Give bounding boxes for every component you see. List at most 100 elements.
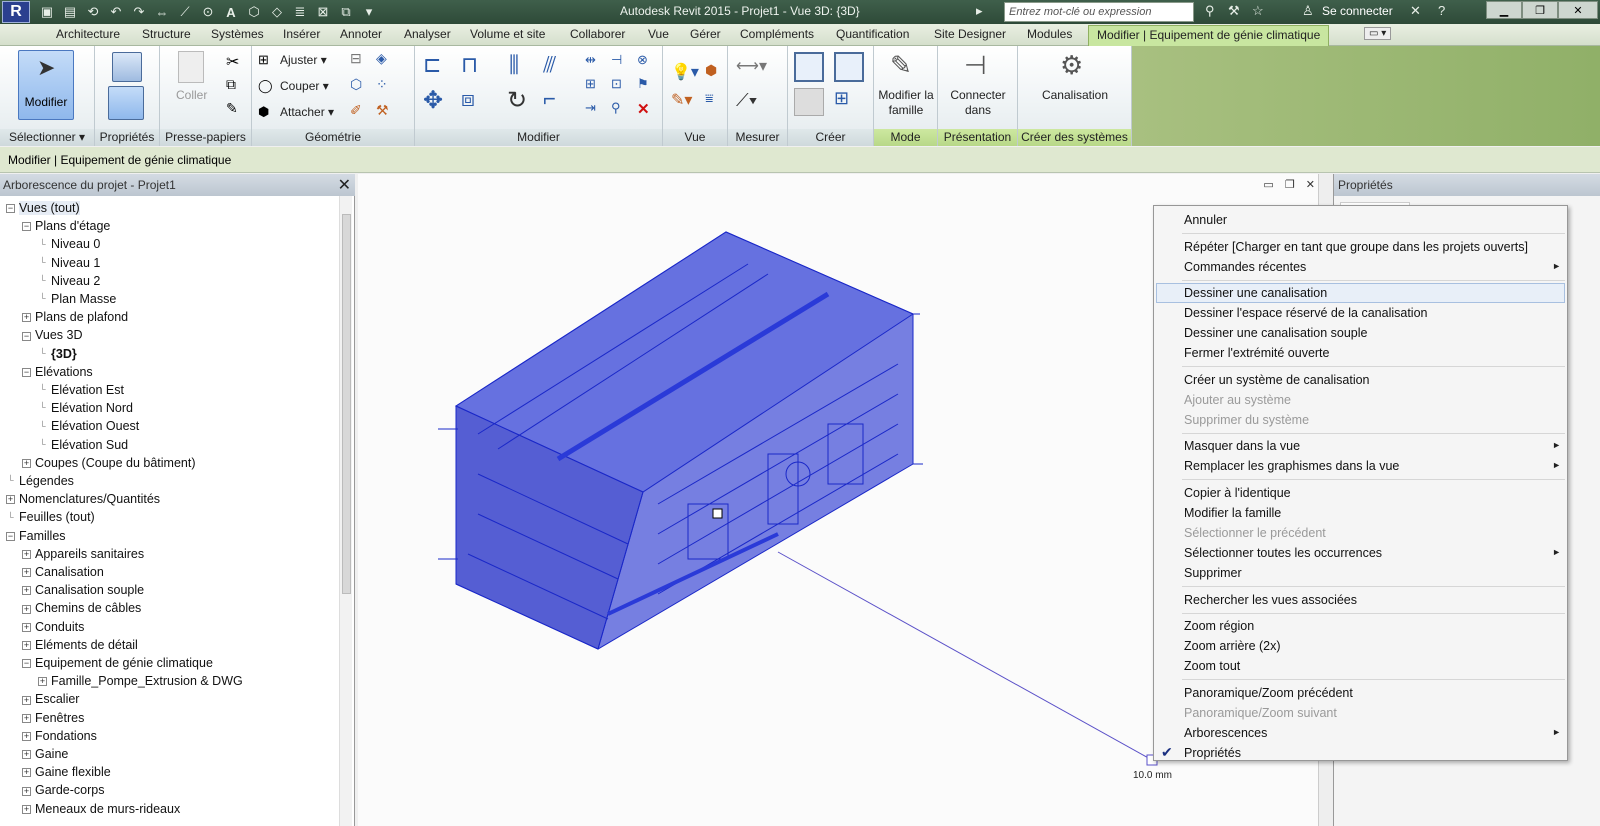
- trim-extend-icon[interactable]: ⌐: [543, 86, 556, 112]
- measure-icon[interactable]: ⇔: [153, 3, 171, 21]
- pin-icon[interactable]: ⊗: [637, 52, 648, 68]
- binoculars-icon[interactable]: ⚲: [1205, 3, 1215, 19]
- tree-item[interactable]: + Canalisation: [22, 563, 104, 581]
- close-button[interactable]: ✕: [1558, 1, 1598, 19]
- expand-arrow-icon[interactable]: ▸: [976, 3, 983, 19]
- split-gap-icon[interactable]: ⊣: [611, 52, 622, 68]
- mirror-draw-axis-icon[interactable]: ⫻: [543, 52, 556, 78]
- copy-elements-icon[interactable]: ⧈: [461, 86, 475, 112]
- tree-item[interactable]: − Plans d'étage: [22, 217, 110, 235]
- menu-item[interactable]: Copier à l'identique: [1184, 483, 1291, 503]
- menu-item[interactable]: Propriétés: [1184, 743, 1241, 763]
- tree-item[interactable]: − Familles: [6, 527, 66, 545]
- collapse-icon[interactable]: −: [22, 368, 31, 377]
- tab-collaborer[interactable]: Collaborer: [570, 27, 625, 41]
- expand-icon[interactable]: +: [22, 768, 31, 778]
- sign-in-button[interactable]: Se connecter: [1322, 4, 1393, 18]
- close-hidden-icon[interactable]: ⊠: [314, 3, 332, 21]
- menu-item[interactable]: Répéter [Charger en tant que groupe dans…: [1184, 237, 1528, 257]
- tree-item[interactable]: + Nomenclatures/Quantités: [6, 490, 160, 508]
- collapse-icon[interactable]: −: [6, 531, 15, 541]
- tree-item[interactable]: − Elévations: [22, 363, 93, 381]
- join-button[interactable]: Attacher ▾: [280, 105, 334, 119]
- cut-button[interactable]: Couper ▾: [280, 79, 329, 93]
- tree-item[interactable]: └ {3D}: [38, 345, 76, 363]
- expand-icon[interactable]: +: [22, 459, 31, 468]
- menu-item[interactable]: Arborescences: [1184, 723, 1267, 743]
- tab-vue[interactable]: Vue: [648, 27, 669, 41]
- tree-item[interactable]: + Appareils sanitaires: [22, 545, 144, 563]
- 3d-view-icon[interactable]: ⬡: [245, 3, 263, 21]
- expand-icon[interactable]: +: [22, 622, 31, 632]
- application-menu-button[interactable]: R: [2, 1, 30, 23]
- menu-item[interactable]: Dessiner une canalisation souple: [1184, 323, 1367, 343]
- match-properties-icon[interactable]: ✎: [226, 100, 238, 117]
- expand-icon[interactable]: +: [22, 732, 31, 741]
- ribbon-minimize-icon[interactable]: ▭ ▾: [1364, 27, 1392, 40]
- tree-item[interactable]: + Gaine flexible: [22, 763, 111, 781]
- wall-joins-icon[interactable]: ⬡: [350, 76, 362, 93]
- paint-icon[interactable]: ◈: [376, 50, 387, 67]
- dimension-icon[interactable]: ⟋: [176, 3, 194, 21]
- connect-into-button[interactable]: Connecter dans: [940, 88, 1016, 118]
- menu-item[interactable]: Panoramique/Zoom précédent: [1184, 683, 1353, 703]
- menu-item[interactable]: Commandes récentes: [1184, 257, 1306, 277]
- tree-item[interactable]: └ Elévation Nord: [38, 399, 133, 417]
- measure-distance-icon[interactable]: ⟷▾: [736, 56, 767, 76]
- piping-button[interactable]: Canalisation: [1020, 88, 1130, 103]
- mirror-pick-axis-icon[interactable]: ⫼: [509, 52, 519, 78]
- tree-item[interactable]: + Fondations: [22, 727, 97, 745]
- exchange-apps-icon[interactable]: ✕: [1410, 3, 1421, 19]
- scroll-thumb[interactable]: [342, 214, 351, 594]
- expand-icon[interactable]: +: [22, 641, 31, 650]
- split-element-icon[interactable]: ⇹: [585, 52, 596, 68]
- expand-icon[interactable]: +: [38, 677, 47, 687]
- tab-systemes[interactable]: Systèmes: [211, 27, 264, 41]
- tab-inserer[interactable]: Insérer: [283, 27, 320, 41]
- menu-item[interactable]: Masquer dans la vue: [1184, 436, 1300, 456]
- move-icon[interactable]: ✥: [423, 86, 443, 115]
- expand-icon[interactable]: +: [22, 586, 31, 596]
- demolish-icon[interactable]: ⁘: [376, 76, 388, 93]
- tab-structure[interactable]: Structure: [142, 27, 191, 41]
- search-input[interactable]: Entrez mot-clé ou expression: [1004, 2, 1194, 22]
- undo-icon[interactable]: ↶: [107, 3, 125, 21]
- text-icon[interactable]: A: [222, 3, 240, 21]
- pin-flag-icon[interactable]: ⚑: [637, 76, 649, 92]
- section-icon[interactable]: ◇: [268, 3, 286, 21]
- tree-item[interactable]: └ Elévation Est: [38, 381, 124, 399]
- hammer-icon[interactable]: ⚒: [376, 102, 389, 119]
- expand-icon[interactable]: +: [6, 495, 15, 505]
- tree-item[interactable]: + Plans de plafond: [22, 308, 128, 326]
- customize-dropdown-icon[interactable]: ▾: [360, 3, 378, 21]
- tab-quantification[interactable]: Quantification: [836, 27, 909, 41]
- subscription-icon[interactable]: ⚒: [1228, 3, 1240, 19]
- expand-icon[interactable]: +: [22, 695, 31, 705]
- thin-lines-icon[interactable]: ≣: [291, 3, 309, 21]
- tab-modules[interactable]: Modules: [1027, 27, 1072, 41]
- tree-item[interactable]: − Vues 3D: [22, 326, 82, 344]
- menu-item[interactable]: Modifier la famille: [1184, 503, 1281, 523]
- unpin-icon[interactable]: ⚲: [611, 100, 621, 116]
- tab-complements[interactable]: Compléments: [740, 27, 814, 41]
- tree-item[interactable]: + Canalisation souple: [22, 581, 144, 599]
- create-group-icon[interactable]: [794, 88, 824, 116]
- tree-item[interactable]: + Fenêtres: [22, 709, 84, 727]
- expand-icon[interactable]: +: [22, 713, 31, 723]
- tag-icon[interactable]: ⊙: [199, 3, 217, 21]
- menu-item[interactable]: Remplacer les graphismes dans la vue: [1184, 456, 1399, 476]
- tree-item[interactable]: + Famille_Pompe_Extrusion & DWG: [38, 672, 243, 690]
- collapse-icon[interactable]: −: [6, 204, 15, 214]
- split-face-icon[interactable]: ⊟: [350, 50, 362, 67]
- redo-icon[interactable]: ↷: [130, 3, 148, 21]
- user-icon[interactable]: ♙: [1302, 3, 1314, 19]
- tree-item[interactable]: + Meneaux de murs-rideaux: [22, 800, 180, 818]
- tree-item[interactable]: └ Légendes: [6, 472, 74, 490]
- menu-item[interactable]: Créer un système de canalisation: [1184, 370, 1370, 390]
- tab-annoter[interactable]: Annoter: [340, 27, 382, 41]
- tree-item[interactable]: └ Elévation Sud: [38, 436, 128, 454]
- hide-in-view-icon[interactable]: 💡▾: [671, 62, 699, 82]
- tree-item[interactable]: └ Plan Masse: [38, 290, 116, 308]
- switch-windows-icon[interactable]: ⧉: [337, 3, 355, 21]
- expand-icon[interactable]: +: [22, 804, 31, 814]
